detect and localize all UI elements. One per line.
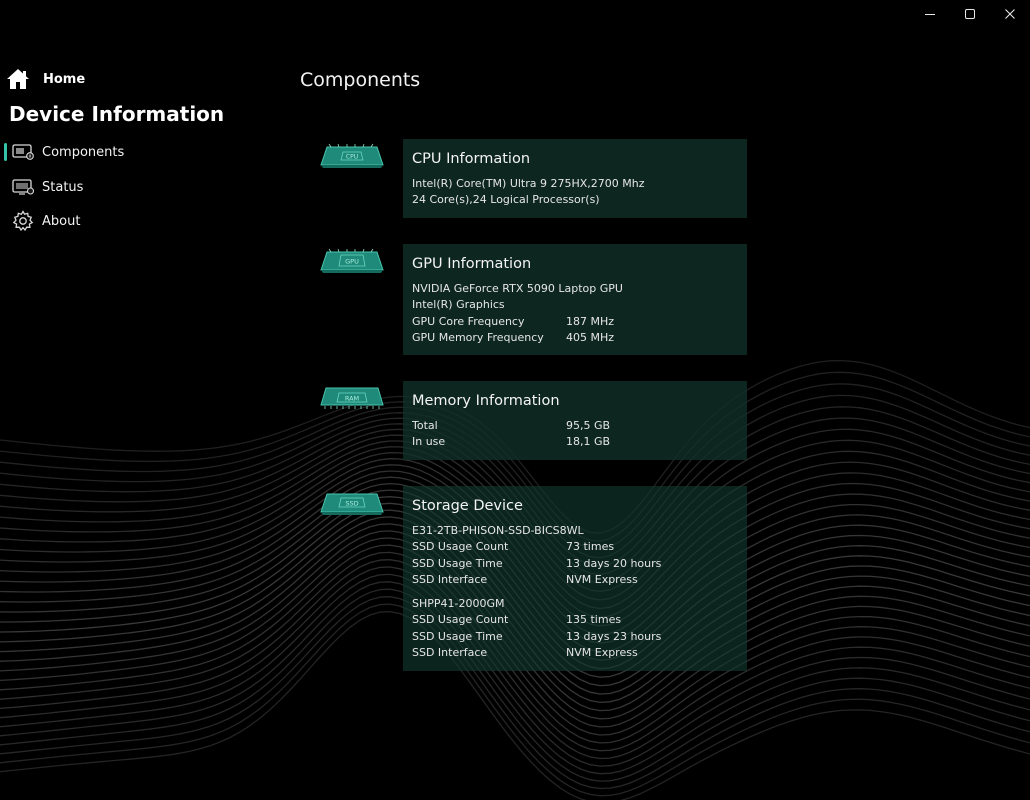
window-controls bbox=[910, 0, 1030, 28]
maximize-button[interactable] bbox=[950, 0, 990, 28]
row-key: GPU Core Frequency bbox=[412, 314, 525, 328]
row-value: 95,5 GB bbox=[566, 419, 611, 432]
row-key: SSD Interface bbox=[412, 646, 488, 660]
close-button[interactable] bbox=[990, 0, 1030, 28]
sidebar-item-label: Status bbox=[42, 179, 84, 195]
gpu-info-row: GPU Core Frequency 187 MHz bbox=[412, 314, 738, 330]
ssd-name: SHPP41-2000GM bbox=[412, 597, 505, 611]
status-icon bbox=[11, 176, 35, 198]
active-indicator bbox=[4, 143, 7, 161]
ssd-info-row: SSD Usage Time 13 days 23 hours bbox=[412, 629, 738, 645]
maximize-icon bbox=[965, 9, 975, 19]
gpu-name: Intel(R) Graphics bbox=[412, 298, 505, 312]
row-value: 18,1 GB bbox=[566, 435, 611, 449]
minimize-icon bbox=[925, 14, 935, 15]
row-key: In use bbox=[412, 435, 446, 449]
cpu-card: CPU Information Intel(R) Core(TM) Ultra … bbox=[403, 139, 747, 218]
sidebar: Home Device Information Components Statu… bbox=[0, 0, 275, 800]
row-key: SSD Usage Count bbox=[412, 613, 509, 627]
gpu-card: GPU Information NVIDIA GeForce RTX 5090 … bbox=[403, 244, 747, 355]
home-icon bbox=[7, 69, 29, 89]
ram-chip-label: RAM bbox=[345, 395, 359, 403]
gpu-chip-icon: GPU bbox=[320, 248, 384, 273]
row-key: GPU Memory Frequency bbox=[412, 330, 544, 344]
row-value: 135 times bbox=[566, 613, 622, 627]
components-icon bbox=[11, 141, 35, 163]
row-key: SSD Usage Count bbox=[412, 540, 509, 554]
sidebar-item-about[interactable]: About bbox=[4, 209, 80, 233]
ssd-info-row: SSD Usage Count 73 times bbox=[412, 539, 738, 555]
row-key: Total bbox=[412, 419, 438, 432]
storage-card: Storage Device E31-2TB-PHISON-SSD-BICS8W… bbox=[403, 486, 747, 671]
ssd-name: E31-2TB-PHISON-SSD-BICS8WL bbox=[412, 524, 584, 537]
memory-info-row: In use 18,1 GB bbox=[412, 434, 738, 450]
inactive-indicator bbox=[4, 212, 7, 230]
close-icon bbox=[1005, 9, 1015, 19]
row-key: SSD Usage Time bbox=[412, 556, 503, 570]
row-value: 13 days 20 hours bbox=[566, 556, 662, 570]
ram-chip-icon: RAM bbox=[320, 387, 384, 409]
ssd-info-row: SSD Usage Time 13 days 20 hours bbox=[412, 556, 738, 572]
home-label: Home bbox=[43, 71, 86, 87]
row-value: 13 days 23 hours bbox=[566, 629, 662, 643]
section-title: Device Information bbox=[9, 102, 225, 126]
ssd-chip-label: SSD bbox=[345, 500, 358, 508]
ssd-info-row: SSD Usage Count 135 times bbox=[412, 612, 738, 628]
page-title: Components bbox=[300, 69, 421, 91]
row-key: SSD Interface bbox=[412, 572, 488, 586]
memory-card-title: Memory Information bbox=[412, 393, 560, 409]
row-key: SSD Usage Time bbox=[412, 629, 503, 643]
row-value: NVM Express bbox=[566, 572, 638, 586]
minimize-button[interactable] bbox=[910, 0, 950, 28]
row-value: 187 MHz bbox=[566, 314, 615, 328]
storage-card-title: Storage Device bbox=[412, 498, 523, 514]
sidebar-item-label: Components bbox=[42, 144, 125, 160]
cpu-model: Intel(R) Core(TM) Ultra 9 275HX,2700 Mhz bbox=[412, 177, 645, 190]
gpu-info-row: GPU Memory Frequency 405 MHz bbox=[412, 330, 738, 346]
ssd-info-row: SSD Interface NVM Express bbox=[412, 645, 738, 661]
gpu-card-title: GPU Information bbox=[412, 256, 532, 272]
sidebar-item-status[interactable]: Status bbox=[4, 175, 83, 199]
gpu-name: NVIDIA GeForce RTX 5090 Laptop GPU bbox=[412, 282, 623, 295]
row-value: 405 MHz bbox=[566, 330, 615, 344]
gpu-chip-label: GPU bbox=[345, 258, 359, 266]
cpu-cores: 24 Core(s),24 Logical Processor(s) bbox=[412, 193, 600, 207]
cpu-chip-label: CPU bbox=[346, 154, 358, 161]
home-link[interactable]: Home bbox=[6, 67, 85, 91]
memory-info-row: Total 95,5 GB bbox=[412, 418, 738, 434]
cpu-chip-icon: CPU bbox=[320, 143, 384, 168]
row-value: NVM Express bbox=[566, 646, 638, 660]
sidebar-item-label: About bbox=[42, 213, 81, 229]
row-value: 73 times bbox=[566, 540, 615, 554]
memory-card: Memory Information Total 95,5 GB In use … bbox=[403, 381, 747, 460]
ssd-info-row: SSD Interface NVM Express bbox=[412, 572, 738, 588]
cpu-card-title: CPU Information bbox=[412, 151, 531, 167]
inactive-indicator bbox=[4, 178, 7, 196]
gear-icon bbox=[11, 210, 35, 232]
ssd-chip-icon: SSD bbox=[320, 493, 384, 515]
sidebar-item-components[interactable]: Components bbox=[4, 140, 124, 164]
